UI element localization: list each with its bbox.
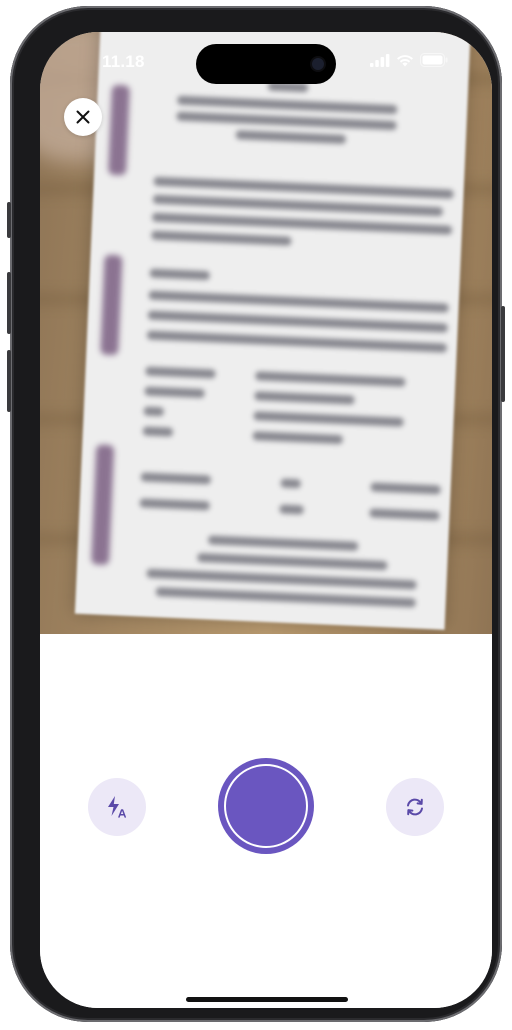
front-camera	[312, 58, 324, 70]
camera-controls	[40, 634, 492, 1008]
close-icon	[76, 110, 90, 124]
home-indicator[interactable]	[186, 997, 348, 1002]
close-button[interactable]	[64, 98, 102, 136]
flash-auto-icon	[108, 796, 126, 818]
status-time: 11.18	[102, 52, 145, 71]
screen: 11.18	[40, 32, 492, 1008]
wifi-icon	[397, 54, 413, 66]
shutter-button[interactable]	[218, 758, 314, 854]
camera-viewfinder	[40, 32, 492, 634]
dynamic-island	[196, 44, 336, 84]
switch-camera-icon	[407, 798, 423, 816]
battery-icon	[420, 53, 448, 67]
phone-frame: 11.18	[7, 6, 505, 1022]
switch-camera-button[interactable]	[386, 778, 444, 836]
power-button	[501, 306, 505, 402]
cellular-signal-icon	[370, 53, 390, 67]
action-button	[7, 202, 11, 238]
status-icons	[370, 53, 448, 67]
volume-down-button	[7, 350, 11, 412]
volume-up-button	[7, 272, 11, 334]
flash-auto-button[interactable]	[88, 778, 146, 836]
shutter-inner-ring	[224, 764, 308, 848]
receipt-preview	[74, 32, 472, 630]
